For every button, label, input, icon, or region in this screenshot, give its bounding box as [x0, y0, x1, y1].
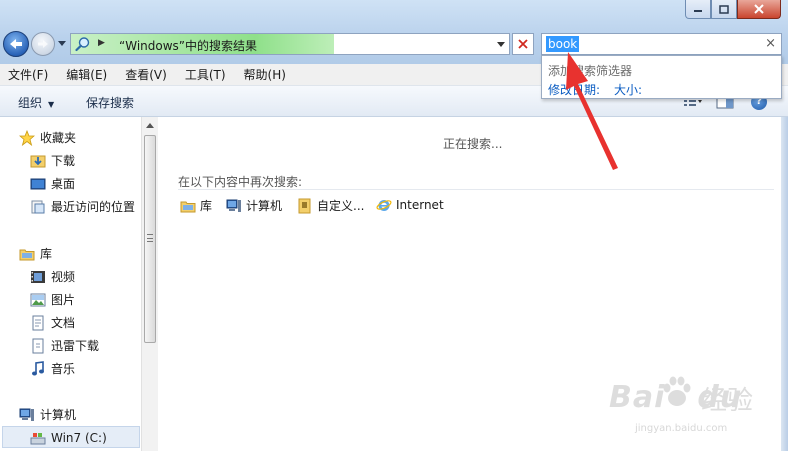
watermark-product: 经验	[701, 386, 754, 416]
search-again-label: 计算机	[246, 199, 283, 213]
arrow-left-icon	[10, 39, 22, 49]
clear-search-icon[interactable]: ×	[765, 36, 776, 51]
navigation-pane: 收藏夹 下载 桌面 最近访问的位置 库 视频 图片 文档 迅雷下载 音乐 计算机	[0, 117, 158, 451]
baidu-paw-icon	[663, 376, 691, 406]
nav-item-label: 下载	[51, 154, 76, 168]
search-again-label: Internet	[396, 198, 444, 212]
menu-file[interactable]: 文件(F)	[8, 66, 48, 83]
organize-button[interactable]: 组织 ▼	[18, 94, 54, 111]
nav-computer-label: 计算机	[40, 408, 77, 422]
search-again-label: 库	[200, 199, 213, 213]
nav-favorites-label: 收藏夹	[40, 131, 77, 145]
nav-item-label: 图片	[51, 293, 76, 307]
close-icon	[754, 4, 764, 14]
back-button[interactable]	[3, 31, 29, 57]
close-button[interactable]	[737, 0, 781, 19]
window-controls	[685, 0, 781, 19]
maximize-button[interactable]	[711, 0, 737, 19]
pictures-icon	[30, 293, 46, 306]
video-icon	[31, 270, 45, 283]
nav-item-label: 视频	[51, 270, 76, 284]
nav-computer[interactable]: 计算机	[19, 406, 76, 423]
breadcrumb[interactable]: “Windows”中的搜索结果	[119, 37, 257, 54]
drive-icon	[30, 433, 46, 445]
computer-icon	[226, 199, 241, 212]
nav-item-documents[interactable]: 文档	[30, 314, 75, 331]
documents-icon	[32, 315, 44, 330]
address-history-chevron-icon[interactable]	[497, 40, 505, 48]
menu-edit[interactable]: 编辑(E)	[66, 66, 107, 83]
internet-explorer-icon	[376, 200, 392, 211]
divider	[178, 189, 774, 190]
nav-item-label: 文档	[51, 316, 76, 330]
custom-folder-icon	[298, 198, 311, 213]
save-search-button[interactable]: 保存搜索	[86, 94, 134, 111]
search-again-internet[interactable]: Internet	[376, 197, 444, 213]
recent-pages-dropdown[interactable]	[57, 38, 67, 50]
computer-icon	[19, 408, 34, 421]
star-icon	[19, 129, 35, 146]
recent-places-icon	[31, 200, 45, 213]
scroll-up-icon[interactable]	[145, 121, 155, 129]
nav-libraries[interactable]: 库	[19, 245, 52, 262]
nav-item-downloads[interactable]: 下载	[30, 152, 75, 169]
nav-item-recent-places[interactable]: 最近访问的位置	[30, 198, 135, 215]
chevron-down-icon	[58, 41, 66, 46]
nav-item-pictures[interactable]: 图片	[30, 291, 75, 308]
minimize-icon	[694, 10, 702, 12]
baidu-watermark: Bai du 经验 jingyan.baidu.com	[573, 366, 788, 448]
libraries-folder-icon	[19, 249, 35, 260]
menu-view[interactable]: 查看(V)	[125, 66, 167, 83]
nav-favorites[interactable]: 收藏夹	[19, 129, 76, 146]
music-icon	[32, 360, 44, 375]
search-again-computer[interactable]: 计算机	[226, 197, 282, 214]
nav-item-label: 音乐	[51, 362, 76, 376]
menu-tools[interactable]: 工具(T)	[185, 66, 226, 83]
nav-item-label: 桌面	[51, 177, 76, 191]
search-icon	[75, 37, 90, 52]
organize-label: 组织	[18, 96, 43, 110]
arrow-right-icon	[38, 40, 48, 48]
caret-down-icon: ▼	[48, 100, 55, 109]
nav-item-thunder-downloads[interactable]: 迅雷下载	[30, 337, 99, 354]
watermark-brand-main: Bai	[609, 380, 666, 415]
nav-libraries-label: 库	[40, 247, 53, 261]
annotation-arrow-icon	[566, 52, 618, 170]
nav-item-label: 最近访问的位置	[51, 200, 136, 214]
nav-item-drive-c[interactable]: Win7 (C:)	[2, 426, 140, 448]
nav-item-music[interactable]: 音乐	[30, 360, 75, 377]
nav-item-videos[interactable]: 视频	[30, 268, 75, 285]
search-again-label: 自定义...	[317, 199, 365, 213]
forward-button[interactable]	[31, 32, 55, 56]
libraries-folder-icon	[180, 201, 196, 212]
nav-scrollbar-thumb[interactable]	[144, 135, 156, 343]
stop-search-button[interactable]	[512, 33, 534, 55]
desktop-icon	[30, 178, 46, 189]
watermark-url: jingyan.baidu.com	[635, 423, 728, 434]
stop-icon	[518, 39, 528, 49]
downloads-folder-icon	[30, 155, 46, 167]
minimize-button[interactable]	[685, 0, 711, 19]
maximize-icon	[719, 4, 729, 14]
nav-item-desktop[interactable]: 桌面	[30, 175, 75, 192]
search-again-libraries[interactable]: 库	[180, 197, 212, 214]
nav-scrollbar[interactable]	[141, 117, 158, 451]
thunder-downloads-icon	[32, 338, 44, 353]
nav-item-label: 迅雷下载	[51, 339, 100, 353]
breadcrumb-chevron-icon[interactable]: ▶	[98, 38, 105, 48]
address-bar[interactable]: ▶ “Windows”中的搜索结果	[70, 33, 510, 55]
search-again-custom[interactable]: 自定义...	[297, 197, 364, 214]
nav-drive-label: Win7 (C:)	[51, 431, 107, 445]
search-status: 正在搜索...	[443, 137, 503, 151]
search-again-heading: 在以下内容中再次搜索:	[178, 175, 303, 189]
nav-drive-row: Win7 (C:)	[30, 430, 107, 446]
menu-help[interactable]: 帮助(H)	[244, 66, 286, 83]
scroll-grip-icon	[147, 234, 153, 242]
